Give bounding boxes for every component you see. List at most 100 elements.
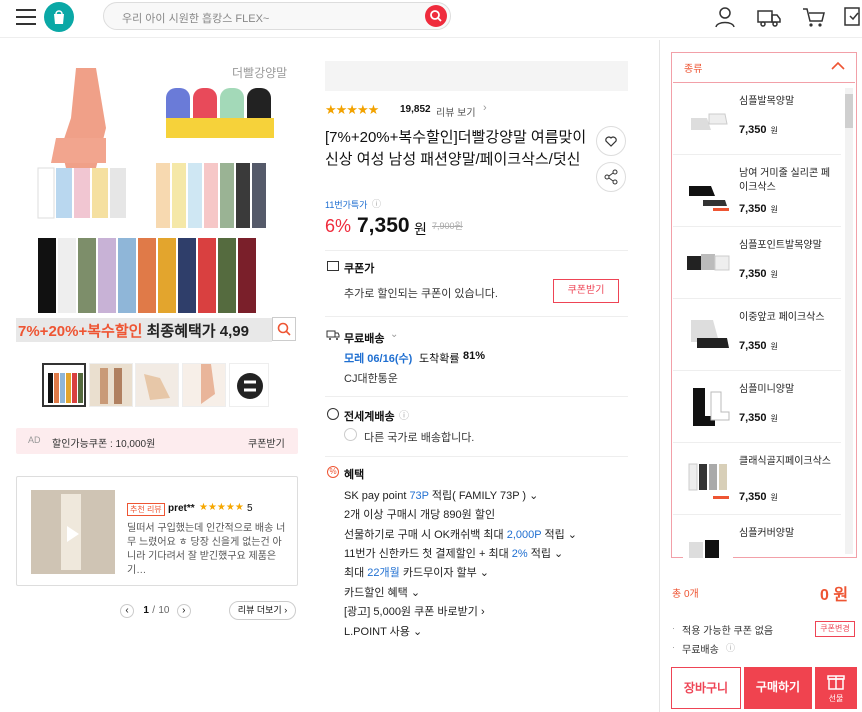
prev-page-button[interactable]: ‹	[120, 604, 134, 618]
globe-icon	[327, 408, 339, 420]
coupon-icon	[327, 261, 339, 271]
recent-icon[interactable]	[842, 6, 862, 28]
benefit-lpoint[interactable]: L.POINT 사용 ⌄	[344, 623, 422, 639]
cart-icon[interactable]	[801, 6, 827, 28]
ad-label: AD	[28, 435, 41, 445]
info-icon[interactable]: ⓘ	[372, 197, 381, 210]
divider	[325, 456, 628, 457]
option-thumb	[683, 238, 733, 288]
buy-button[interactable]: 구매하기	[744, 667, 812, 709]
option-name: 심플발목양말	[739, 96, 795, 107]
coupon-change-button[interactable]: 쿠폰변경	[815, 621, 855, 637]
option-price: 7,350 원	[739, 203, 778, 215]
review-video-thumb[interactable]	[31, 490, 115, 574]
gift-icon	[827, 675, 845, 690]
coupon-none: 적용 가능한 쿠폰 없음	[682, 626, 774, 637]
coupon-download-button[interactable]: 쿠폰받기	[553, 279, 619, 303]
thumbnail-1[interactable]	[42, 363, 86, 407]
thumbnail-2[interactable]	[89, 363, 133, 407]
share-icon[interactable]	[596, 162, 626, 192]
chevron-right-icon[interactable]: ›	[483, 102, 487, 114]
option-item[interactable]: 심플포인트발목양말 7,350 원	[673, 227, 841, 299]
truck-icon[interactable]	[756, 6, 782, 28]
ad-text: 할인가능쿠폰 : 10,000원	[52, 439, 156, 450]
banner-final: 최종혜택가 4,99	[142, 323, 249, 340]
thumbnail-5[interactable]	[229, 363, 269, 407]
thumbnail-4[interactable]	[182, 363, 226, 407]
delivery-prob: 81%	[463, 350, 486, 362]
page-sep: /	[152, 605, 156, 616]
review-card[interactable]: 추천 리뷰 pret** ★★★★★ 5 딜떠서 구입했는데 인간적으로 배송 …	[16, 476, 298, 586]
carrier: CJ대한통운	[344, 373, 398, 385]
option-item[interactable]: 심플미니양말 7,350 원	[673, 371, 841, 443]
option-item[interactable]: 심플커버양말	[673, 515, 841, 558]
gift-button[interactable]: 선물	[815, 667, 857, 709]
heart-icon[interactable]	[596, 126, 626, 156]
option-item[interactable]: 심플발목양말 7,350 원	[673, 83, 841, 155]
review-count: 19,852	[400, 104, 431, 115]
divider	[325, 250, 628, 251]
truck-small-icon	[326, 329, 340, 341]
zoom-icon[interactable]	[272, 317, 296, 341]
more-reviews-button[interactable]: 리뷰 더보기 ›	[229, 601, 296, 620]
benefit-card[interactable]: 카드할인 혜택 ⌄	[344, 584, 420, 600]
benefit-installment[interactable]: 최대 22개월 카드무이자 할부 ⌄	[344, 564, 489, 580]
delivery-prob-label: 도착확률	[419, 353, 460, 365]
total-price: 0 원	[820, 587, 849, 604]
option-thumb	[683, 310, 733, 360]
product-main-image[interactable]: 더빨강양말	[16, 58, 296, 343]
review-pager: ‹ 1 / 10 ›	[120, 602, 200, 618]
info-icon[interactable]: ⓘ	[726, 641, 735, 654]
price-unit: 원	[414, 221, 427, 237]
user-icon[interactable]	[712, 6, 738, 28]
option-list[interactable]: 심플발목양말 7,350 원 남여 거미줄 실리콘 페이크삭스 7,350 원 심플…	[673, 82, 855, 558]
promo-banner: 7%+20%+복수할인 최종혜택가 4,99	[16, 318, 272, 342]
free-shipping-label: 무료배송	[682, 645, 719, 656]
coupon-desc: 추가로 할인되는 쿠폰이 있습니다.	[344, 288, 498, 300]
divider	[325, 316, 628, 317]
deal-badge: 11번가특가	[325, 200, 368, 210]
benefit-multi-buy: 2개 이상 구매시 개당 890원 할인	[344, 509, 496, 521]
option-name: 심플커버양말	[739, 528, 795, 539]
benefit-gift[interactable]: 선물하기로 구매 시 OK캐쉬백 최대 2,000P 적립 ⌄	[344, 526, 577, 542]
option-name: 클래식골지페이크삭스	[739, 456, 831, 467]
option-price: 7,350 원	[739, 412, 778, 424]
option-price: 7,350 원	[739, 124, 778, 136]
search-input[interactable]: 우리 아이 시원한 흡캉스 FLEX~	[122, 10, 269, 26]
info-icon[interactable]: ⓘ	[399, 407, 409, 422]
option-thumb	[683, 382, 733, 432]
banner-discount: 7%+20%+복수할인	[18, 323, 143, 340]
ad-coupon-bar[interactable]: AD 할인가능쿠폰 : 10,000원 쿠폰받기	[16, 428, 298, 454]
app-logo[interactable]	[44, 2, 74, 32]
chevron-up-icon[interactable]	[829, 57, 847, 75]
benefit-sk-pay[interactable]: SK pay point 73P 적립( FAMILY 73P ) ⌄	[344, 487, 538, 503]
next-page-button[interactable]: ›	[176, 604, 191, 618]
ad-coupon-button[interactable]: 쿠폰받기	[248, 435, 285, 450]
search-bar[interactable]: 우리 아이 시원한 흡캉스 FLEX~	[103, 2, 451, 30]
option-item[interactable]: 남여 거미줄 실리콘 페이크삭스 7,350 원	[673, 155, 841, 227]
cart-button[interactable]: 장바구니	[671, 667, 741, 709]
top-header: 우리 아이 시원한 흡캉스 FLEX~	[0, 0, 862, 38]
option-price: 7,350 원	[739, 268, 778, 280]
option-thumb	[683, 454, 733, 504]
chevron-down-icon[interactable]: ⌄	[390, 329, 398, 340]
benefit-shinhan[interactable]: 11번가 신한카드 첫 결제할인 + 최대 2% 적립 ⌄	[344, 545, 563, 561]
percent-icon: %	[327, 466, 339, 478]
option-scroll-thumb[interactable]	[845, 94, 853, 128]
review-stars: ★★★★★	[199, 502, 244, 513]
option-scrollbar[interactable]	[845, 88, 853, 554]
option-item[interactable]: 클래식골지페이크삭스 7,350 원	[673, 443, 841, 515]
coupon-title: 쿠폰가	[344, 263, 375, 275]
search-icon[interactable]	[425, 5, 447, 27]
review-user: pret**	[168, 503, 195, 514]
thumbnail-3[interactable]	[135, 363, 179, 407]
menu-icon[interactable]	[16, 9, 36, 25]
shipping-bullet: ·	[672, 642, 675, 652]
option-name: 심플미니양말	[739, 384, 795, 395]
check-icon	[344, 428, 357, 441]
option-name: 이중앞코 페이크삭스	[739, 312, 825, 323]
option-item[interactable]: 이중앞코 페이크삭스 7,350 원	[673, 299, 841, 371]
benefit-ad-coupon[interactable]: [광고] 5,000원 쿠폰 바로받기 ›	[344, 603, 485, 619]
review-link[interactable]: 리뷰 보기	[436, 104, 476, 119]
review-tag: 추천 리뷰	[127, 503, 165, 516]
